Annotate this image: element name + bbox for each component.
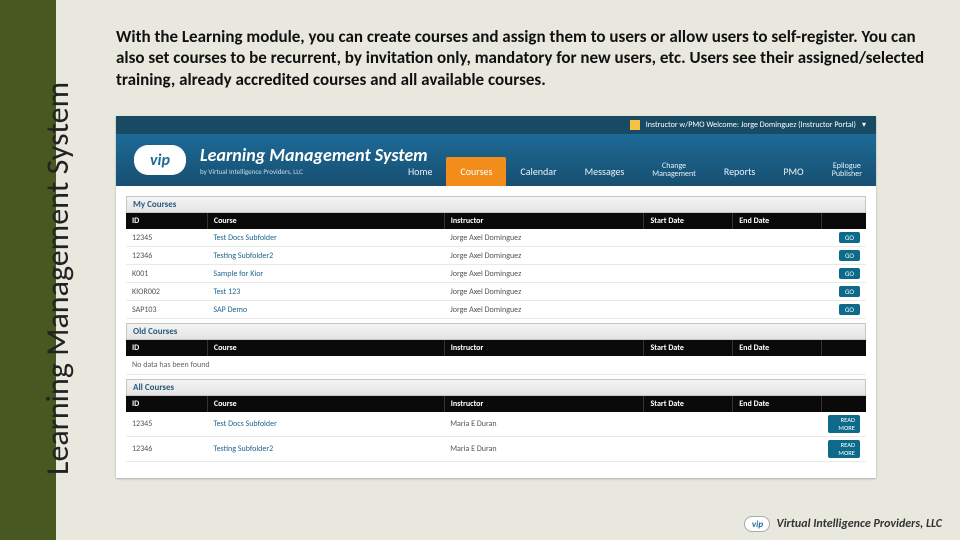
col-course: Course [207,213,444,229]
app-topbar: Instructor w/PMO Welcome: Jorge Domingue… [116,116,876,134]
col-start: Start Date [644,213,733,229]
col-end: End Date [733,213,822,229]
nav-reports[interactable]: Reports [710,157,770,186]
cell-instructor: Jorge Axel Dominguez [444,283,644,301]
cell-action: GO [822,229,866,247]
cell-end [733,265,822,283]
slide-footer: vip Virtual Intelligence Providers, LLC [744,516,942,532]
go-button[interactable]: GO [839,250,860,261]
cell-action: GO [822,301,866,319]
cell-start [644,247,733,265]
footer-vip-logo: vip [744,516,770,532]
cell-start [644,301,733,319]
cell-id: KIOR002 [126,283,207,301]
nav-pmo[interactable]: PMO [769,157,817,186]
all-courses-table: ID Course Instructor Start Date End Date… [126,396,866,462]
footer-text: Virtual Intelligence Providers, LLC [776,517,942,531]
cell-course: Sample for Kior [207,265,444,283]
cell-end [733,301,822,319]
go-button[interactable]: GO [839,232,860,243]
cell-instructor: Maria E Duran [444,437,644,462]
table-row: 12345 Test Docs Subfolder Jorge Axel Domin… [126,229,866,247]
slide-title: Learning Management System [38,82,77,475]
cell-instructor: Jorge Axel Dominguez [444,229,644,247]
my-courses-table: ID Course Instructor Start Date End Date… [126,213,866,319]
cell-course: Testing Subfolder2 [207,437,444,462]
cell-id: K001 [126,265,207,283]
course-link[interactable]: Test Docs Subfolder [213,233,276,243]
go-button[interactable]: GO [839,304,860,315]
cell-id: 12346 [126,437,207,462]
cell-start [644,437,733,462]
user-badge-icon [630,120,640,130]
nav-courses[interactable]: Courses [446,157,506,186]
cell-course: Test 123 [207,283,444,301]
nav-messages[interactable]: Messages [571,157,639,186]
course-link[interactable]: Test Docs Subfolder [213,419,276,429]
cell-start [644,265,733,283]
old-courses-empty: No data has been found [126,356,866,375]
nav-home[interactable]: Home [394,157,446,186]
cell-id: SAP103 [126,301,207,319]
col-action [822,213,866,229]
table-row: K001 Sample for Kior Jorge Axel Dominguez G… [126,265,866,283]
intro-text: With the Learning module, you can create… [116,26,936,90]
course-link[interactable]: Testing Subfolder2 [213,251,273,261]
course-link[interactable]: Testing Subfolder2 [213,444,273,454]
nav-epilogue-publisher[interactable]: EpiloguePublisher [818,154,876,186]
table-row: 12345 Test Docs Subfolder Maria E Duran REA… [126,412,866,437]
app-header: vip Learning Management System by Virtua… [116,134,876,186]
cell-action: GO [822,265,866,283]
go-button[interactable]: GO [839,286,860,297]
content-area: My Courses ID Course Instructor Start Da… [116,186,876,462]
cell-end [733,283,822,301]
cell-action: READ MORE [822,437,866,462]
cell-action: GO [822,247,866,265]
cell-action: READ MORE [822,412,866,437]
chevron-down-icon[interactable]: ▾ [862,120,866,130]
col-instructor: Instructor [444,213,644,229]
lms-app: Instructor w/PMO Welcome: Jorge Domingue… [116,116,876,478]
cell-course: Test Docs Subfolder [207,229,444,247]
old-courses-table: ID Course Instructor Start Date End Date [126,340,866,356]
table-row: SAP103 SAP Demo Jorge Axel Dominguez GO [126,301,866,319]
cell-course: SAP Demo [207,301,444,319]
col-id: ID [126,213,207,229]
section-old-courses-head: Old Courses [126,323,866,340]
nav-change-management[interactable]: ChangeManagement [638,154,710,186]
course-link[interactable]: SAP Demo [213,305,247,315]
cell-action: GO [822,283,866,301]
read-more-button[interactable]: READ MORE [828,415,860,433]
cell-end [733,247,822,265]
cell-id: 12345 [126,412,207,437]
nav-calendar[interactable]: Calendar [506,157,570,186]
main-nav: Home Courses Calendar Messages ChangeMan… [394,134,876,186]
table-row: KIOR002 Test 123 Jorge Axel Dominguez GO [126,283,866,301]
cell-end [733,229,822,247]
vip-logo: vip [134,145,186,175]
go-button[interactable]: GO [839,268,860,279]
cell-course: Testing Subfolder2 [207,247,444,265]
welcome-text: Instructor w/PMO Welcome: Jorge Domingue… [646,120,856,130]
table-row: 12346 Testing Subfolder2 Jorge Axel Doming… [126,247,866,265]
cell-course: Test Docs Subfolder [207,412,444,437]
cell-start [644,412,733,437]
cell-start [644,229,733,247]
cell-start [644,283,733,301]
course-link[interactable]: Sample for Kior [213,269,263,279]
cell-instructor: Jorge Axel Dominguez [444,301,644,319]
read-more-button[interactable]: READ MORE [828,440,860,458]
table-row: 12346 Testing Subfolder2 Maria E Duran READ… [126,437,866,462]
section-all-courses-head: All Courses [126,379,866,396]
course-link[interactable]: Test 123 [213,287,240,297]
cell-instructor: Maria E Duran [444,412,644,437]
cell-instructor: Jorge Axel Dominguez [444,265,644,283]
cell-instructor: Jorge Axel Dominguez [444,247,644,265]
section-my-courses-head: My Courses [126,196,866,213]
cell-end [733,412,822,437]
cell-id: 12346 [126,247,207,265]
cell-id: 12345 [126,229,207,247]
cell-end [733,437,822,462]
